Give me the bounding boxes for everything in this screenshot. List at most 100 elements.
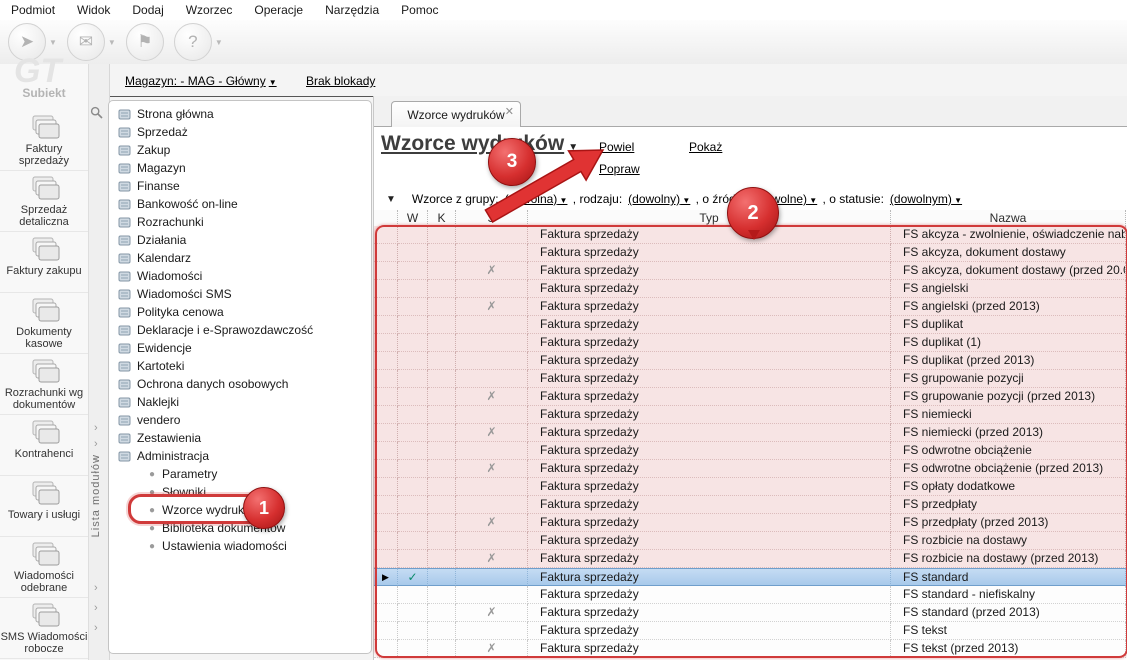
menu-item[interactable]: Operacje <box>243 0 314 20</box>
column-header[interactable]: Nazwa <box>891 210 1126 226</box>
toolbar-button[interactable]: ? ▼ <box>174 23 223 61</box>
module-bar-item[interactable]: Dokumenty kasowe <box>0 293 88 354</box>
tree-item[interactable]: Ochrona danych osobowych <box>109 375 371 393</box>
tab-wzorce-wydrukow[interactable]: Wzorce wydruków ✕ <box>391 101 521 127</box>
chevron-icon[interactable]: › <box>94 438 98 450</box>
tree-subitem[interactable]: ● Parametry <box>109 465 371 483</box>
modules-strip[interactable]: Lista modułów › › › › › › <box>88 64 110 660</box>
module-bar-item[interactable]: SMS Wiadomości robocze <box>0 598 88 659</box>
table-row[interactable]: ✗ Faktura sprzedaży FS angielski (przed … <box>374 298 1126 316</box>
module-bar-item[interactable]: Faktury zakupu <box>0 232 88 293</box>
filter-segment[interactable]: (dowolne) <box>754 192 817 206</box>
module-bar-item[interactable]: Kontrahenci <box>0 415 88 476</box>
table-row[interactable]: Faktura sprzedaży FS akcyza - zwolnienie… <box>374 226 1126 244</box>
tree-subitem[interactable]: ● Wzorce wydruków <box>109 501 371 519</box>
tree-subitem[interactable]: ● Ustawienia wiadomości <box>109 537 371 555</box>
column-header[interactable]: S <box>456 210 528 226</box>
tree-subitem[interactable]: ● Biblioteka dokumentów <box>109 519 371 537</box>
tree-item[interactable]: vendero <box>109 411 371 429</box>
table-row[interactable]: Faktura sprzedaży FS akcyza, dokument do… <box>374 244 1126 262</box>
chevron-icon[interactable]: › <box>94 582 98 594</box>
module-bar-item[interactable]: Rozrachunki wg dokumentów <box>0 354 88 415</box>
powiel-link[interactable]: Powiel <box>599 140 634 154</box>
tree-item[interactable]: Administracja <box>109 447 371 465</box>
chevron-icon[interactable]: › <box>94 422 98 434</box>
tree-item[interactable]: Wiadomości SMS <box>109 285 371 303</box>
tree-subitem[interactable]: ● Słowniki <box>109 483 371 501</box>
tree-item[interactable]: Finanse <box>109 177 371 195</box>
tree-item[interactable]: Strona główna <box>109 105 371 123</box>
toolbar-button[interactable]: ⚑ ▼ <box>126 23 164 61</box>
tree-item[interactable]: Ewidencje <box>109 339 371 357</box>
tree-item[interactable]: Zakup <box>109 141 371 159</box>
page-title-menu[interactable]: Wzorce wydruków▼ <box>381 132 578 156</box>
table-row[interactable]: Faktura sprzedaży FS opłaty dodatkowe <box>374 478 1126 496</box>
table-row[interactable]: Faktura sprzedaży FS przedpłaty <box>374 496 1126 514</box>
tree-item[interactable]: Polityka cenowa <box>109 303 371 321</box>
module-bar-item[interactable]: Towary i usługi <box>0 476 88 537</box>
module-bar-item[interactable]: Sprzedaż detaliczna <box>0 171 88 232</box>
filter-segment[interactable]: , rodzaju: <box>569 192 622 206</box>
column-header[interactable] <box>374 210 398 226</box>
tree-item[interactable]: Działania <box>109 231 371 249</box>
send-icon[interactable]: ✉ <box>67 23 105 61</box>
filter-segment[interactable]: , o statusie: <box>819 192 884 206</box>
menu-item[interactable]: Widok <box>66 0 121 20</box>
chevron-down-icon[interactable]: ▼ <box>215 38 223 47</box>
tree-item[interactable]: Bankowość on-line <box>109 195 371 213</box>
popraw-link[interactable]: Popraw <box>599 162 640 176</box>
module-bar-item[interactable]: Faktury sprzedaży <box>0 110 88 171</box>
column-header[interactable]: W <box>398 210 428 226</box>
filter-segment[interactable]: Wzorce z grupy: <box>412 192 499 206</box>
tree-item[interactable]: Kalendarz <box>109 249 371 267</box>
chevron-icon[interactable]: › <box>94 622 98 634</box>
table-row[interactable]: ✗ Faktura sprzedaży FS odwrotne obciążen… <box>374 460 1126 478</box>
table-row[interactable]: ✗ Faktura sprzedaży FS przedpłaty (przed… <box>374 514 1126 532</box>
table-row[interactable]: Faktura sprzedaży FS rozbicie na dostawy <box>374 532 1126 550</box>
tree-item[interactable]: Magazyn <box>109 159 371 177</box>
flag-icon[interactable]: ⚑ <box>126 23 164 61</box>
table-row[interactable]: ✗ Faktura sprzedaży FS rozbicie na dosta… <box>374 550 1126 568</box>
menu-item[interactable]: Narzędzia <box>314 0 390 20</box>
table-row[interactable]: ✗ Faktura sprzedaży FS niemiecki (przed … <box>374 424 1126 442</box>
filter-segment[interactable]: (dowolnym) <box>890 192 962 206</box>
tree-item[interactable]: Kartoteki <box>109 357 371 375</box>
filter-segment[interactable]: (dowolny) <box>628 192 690 206</box>
table-row[interactable]: Faktura sprzedaży FS duplikat (1) <box>374 334 1126 352</box>
menu-item[interactable]: Wzorzec <box>175 0 244 20</box>
table-row[interactable]: Faktura sprzedaży FS niemiecki <box>374 406 1126 424</box>
module-bar-item[interactable]: Wiadomości odebrane <box>0 537 88 598</box>
toolbar-button[interactable]: ✉ ▼ <box>67 23 116 61</box>
table-row[interactable]: Faktura sprzedaży FS standard - niefiska… <box>374 586 1126 604</box>
tree-item[interactable]: Naklejki <box>109 393 371 411</box>
tree-item[interactable]: Wiadomości <box>109 267 371 285</box>
table-row[interactable]: Faktura sprzedaży FS angielski <box>374 280 1126 298</box>
chevron-icon[interactable]: › <box>94 602 98 614</box>
filter-segment[interactable]: , o źródle: <box>692 192 748 206</box>
table-row[interactable]: ✗ Faktura sprzedaży FS tekst (przed 2013… <box>374 640 1126 658</box>
table-row[interactable]: ✗ Faktura sprzedaży FS grupowanie pozycj… <box>374 388 1126 406</box>
column-header[interactable]: K <box>428 210 456 226</box>
table-row[interactable]: ▶ ✓ Faktura sprzedaży FS standard <box>374 568 1126 586</box>
chevron-icon[interactable]: › <box>94 454 98 466</box>
chevron-down-icon[interactable]: ▼ <box>49 38 57 47</box>
menu-item[interactable]: Podmiot <box>0 0 66 20</box>
pokaz-link[interactable]: Pokaż <box>689 140 722 154</box>
column-header[interactable]: Typ <box>528 210 891 226</box>
table-row[interactable]: Faktura sprzedaży FS tekst <box>374 622 1126 640</box>
close-icon[interactable]: ✕ <box>505 105 514 118</box>
table-row[interactable]: ✗ Faktura sprzedaży FS standard (przed 2… <box>374 604 1126 622</box>
filter-segment[interactable]: (dowolna) <box>505 192 568 206</box>
help-icon[interactable]: ? <box>174 23 212 61</box>
menu-item[interactable]: Dodaj <box>121 0 174 20</box>
tree-item[interactable]: Sprzedaż <box>109 123 371 141</box>
table-row[interactable]: Faktura sprzedaży FS odwrotne obciążenie <box>374 442 1126 460</box>
table-row[interactable]: Faktura sprzedaży FS grupowanie pozycji <box>374 370 1126 388</box>
tree-item[interactable]: Deklaracje i e-Sprawozdawczość <box>109 321 371 339</box>
table-row[interactable]: Faktura sprzedaży FS duplikat (przed 201… <box>374 352 1126 370</box>
tree-item[interactable]: Zestawienia <box>109 429 371 447</box>
filter-icon[interactable]: ▼ <box>386 194 396 205</box>
menu-item[interactable]: Pomoc <box>390 0 449 20</box>
blokada-link[interactable]: Brak blokady <box>306 74 375 88</box>
magazyn-selector[interactable]: Magazyn: - MAG - Główny▼ <box>125 74 277 88</box>
